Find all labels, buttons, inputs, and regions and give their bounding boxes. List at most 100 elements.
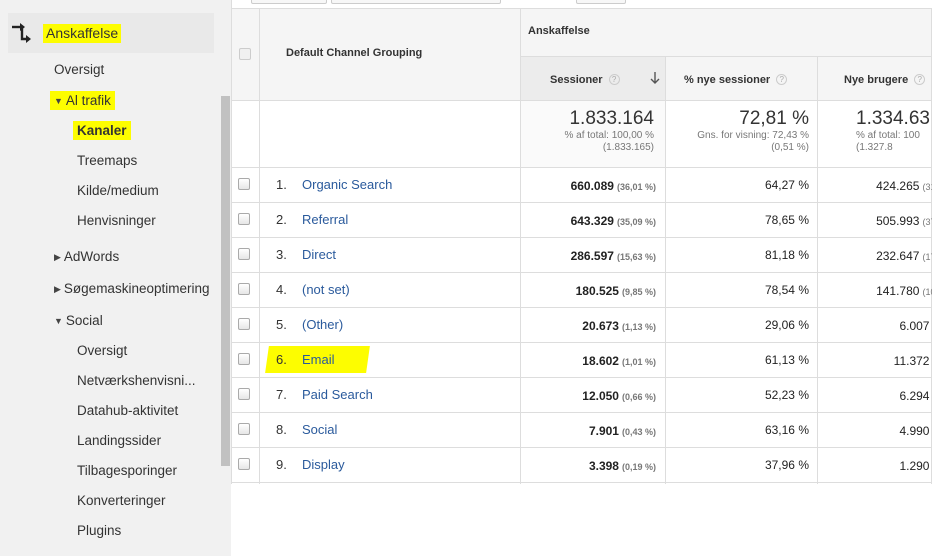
toolbar-dropdown[interactable] — [331, 0, 501, 4]
table-row[interactable]: 5. (Other) 20.673(1,13 %) 29,06 % 6.007(0,4 — [231, 308, 932, 343]
sidebar-item-adwords[interactable]: ▶ AdWords — [54, 249, 119, 264]
channel-link[interactable]: Organic Search — [302, 177, 392, 192]
channel-link[interactable]: Email — [302, 352, 335, 367]
sessions-value: 3.398 — [588, 459, 619, 473]
row-checkbox[interactable] — [238, 388, 250, 400]
row-checkbox[interactable] — [238, 353, 250, 365]
sessions-cell: 12.050 (0,66 %) — [521, 388, 656, 403]
select-all-checkbox[interactable] — [239, 48, 251, 60]
row-number: 4. — [276, 282, 287, 297]
caret-right-icon[interactable]: ▶ — [54, 284, 61, 295]
row-checkbox[interactable] — [238, 248, 250, 260]
caret-down-icon[interactable]: ▼ — [54, 316, 63, 326]
sessions-cell: 7.901 (0,43 %) — [521, 423, 656, 438]
table-row[interactable]: 1. Organic Search 660.089 (36,01 %) 64,27 % 4… — [231, 168, 932, 203]
channel-link[interactable]: Display — [302, 457, 345, 472]
sidebar-item-al-trafik[interactable]: ▼ Al trafik — [50, 91, 115, 110]
question-help-icon[interactable]: ? — [608, 74, 620, 85]
table-row[interactable]: 3. Direct 286.597 (15,63 %) 81,18 % 232.647 (1… — [231, 238, 932, 273]
sessions-percent: (1,13 %) — [621, 322, 656, 332]
new-users-value: 11.372 — [893, 354, 930, 368]
sidebar-item-label: Social — [65, 313, 103, 328]
row-checkbox[interactable] — [238, 458, 250, 470]
toolbar-button[interactable] — [251, 0, 327, 4]
sidebar-item-label: Netværkshenvisni... — [77, 373, 196, 388]
new-sessions-value: 52,23 % — [764, 388, 809, 402]
sort-down-arrow-icon[interactable] — [649, 71, 661, 85]
table-row[interactable]: 7.Paid Search12.050(0,66 %)52,23 %6.294(… — [231, 378, 932, 413]
new-sessions-value: 78,65 % — [764, 213, 809, 227]
sidebar-item-plugins[interactable]: Plugins — [77, 523, 121, 538]
channel-link[interactable]: (not set) — [302, 282, 350, 297]
sessions-header-label: Sessioner — [550, 74, 603, 86]
sidebar-item-oversigt[interactable]: Oversigt — [54, 62, 104, 77]
row-number: 5. — [276, 317, 287, 332]
table-row[interactable]: 9. Display 3.398(0,19 %) 37,96 % 1.290(0,1 — [231, 448, 932, 483]
channel-link[interactable]: Direct — [302, 247, 336, 262]
row-number: 1. — [276, 177, 287, 192]
sidebar-item-label: Konverteringer — [77, 493, 166, 508]
sidebar-item-social[interactable]: ▼ Social — [54, 313, 103, 328]
sidebar-item-treemaps[interactable]: Treemaps — [77, 153, 137, 168]
row-checkbox[interactable] — [238, 178, 250, 190]
toolbar-button[interactable] — [576, 0, 626, 4]
dimension-header[interactable]: Default Channel Grouping — [286, 47, 422, 59]
new-users-value: 1.290 — [899, 459, 930, 473]
row-checkbox[interactable] — [238, 318, 250, 330]
new-users-percent: (17,43 — [922, 252, 932, 262]
channel-link[interactable]: Referral — [302, 212, 348, 227]
new-users-cell: 505.993(37,91 — [818, 213, 932, 228]
sidebar-item-søgemaskineoptimering[interactable]: ▶ Søgemaskineoptimering — [54, 281, 210, 296]
table-row[interactable]: 4. (not set) 180.525 (9,85 %) 78,54 % 141.780… — [231, 273, 932, 308]
caret-right-icon[interactable]: ▶ — [54, 252, 61, 263]
sessions-cell: 660.089 (36,01 %) — [521, 178, 656, 193]
sidebar-item-konverteringer[interactable]: Konverteringer — [77, 493, 166, 508]
sessions-percent: (0,43 %) — [621, 427, 656, 437]
channel-link[interactable]: (Other) — [302, 317, 343, 332]
sessions-percent: (9,85 %) — [621, 287, 656, 297]
caret-down-icon[interactable]: ▼ — [54, 96, 63, 106]
new-sessions-value: 29,06 % — [764, 318, 809, 332]
row-checkbox[interactable] — [238, 283, 250, 295]
totals-new-sessions-value: 72,81 % — [739, 108, 809, 129]
new-users-percent: (37,91 — [922, 217, 932, 227]
sessions-value: 20.673 — [582, 319, 619, 333]
channel-link[interactable]: Social — [302, 422, 337, 437]
new-users-percent: (10,62 — [922, 287, 932, 297]
sidebar-item-datahub-aktivitet[interactable]: Datahub-aktivitet — [77, 403, 178, 418]
table-row[interactable]: 8. Social 7.901(0,43 %) 63,16 % 4.990(0,3 — [231, 413, 932, 448]
sidebar-item-label: Landingssider — [77, 433, 162, 448]
sidebar-scrollbar[interactable] — [221, 96, 230, 466]
sessions-cell: 20.673 (1,13 %) — [521, 318, 656, 333]
new-sessions-column-header[interactable]: % nye sessioner? — [684, 74, 788, 86]
acquisition-arrows-icon — [12, 23, 31, 43]
new-sessions-value: 78,54 % — [764, 283, 809, 297]
question-help-icon[interactable]: ? — [914, 74, 926, 85]
new-users-cell: 424.265(31,79 — [818, 178, 932, 193]
sidebar-item-oversigt[interactable]: Oversigt — [77, 343, 127, 358]
sidebar-item-tilbagesporinger[interactable]: Tilbagesporinger — [77, 463, 177, 478]
sidebar-item-henvisninger[interactable]: Henvisninger — [77, 213, 156, 228]
sidebar-item-label: Datahub-aktivitet — [77, 403, 179, 418]
sessions-cell: 180.525 (9,85 %) — [521, 283, 656, 298]
sidebar-item-label: Tilbagesporinger — [77, 463, 178, 478]
sessions-value: 660.089 — [570, 179, 614, 193]
totals-new-sessions: 72,81 % Gns. for visning: 72,43 % (0,51 … — [666, 108, 809, 154]
sidebar-section-title[interactable]: Anskaffelse — [43, 24, 122, 43]
row-checkbox[interactable] — [238, 423, 250, 435]
table-row[interactable]: 6. Email 18.602(1,01 %) 61,13 % 11.372(0,8 — [231, 343, 932, 378]
question-help-icon[interactable]: ? — [776, 74, 788, 85]
sessions-column-header[interactable]: Sessioner? — [550, 74, 620, 86]
sidebar-item-label: AdWords — [63, 249, 120, 264]
new-users-value: 232.647 — [876, 249, 920, 263]
sidebar-item-landingssider[interactable]: Landingssider — [77, 433, 161, 448]
row-checkbox[interactable] — [238, 213, 250, 225]
new-users-column-header[interactable]: Nye brugere? — [844, 74, 926, 86]
sidebar-item-kilde-medium[interactable]: Kilde/medium — [77, 183, 159, 198]
row-number: 6. — [276, 352, 287, 367]
sidebar-item-kanaler[interactable]: Kanaler — [73, 121, 131, 140]
table-row[interactable]: 2. Referral 643.329 (35,09 %) 78,65 % 505.993… — [231, 203, 932, 238]
new-users-cell: 232.647(17,43 — [818, 248, 932, 263]
sidebar-item-netværkshenvisni[interactable]: Netværkshenvisni... — [77, 373, 196, 388]
channel-link[interactable]: Paid Search — [302, 387, 373, 402]
